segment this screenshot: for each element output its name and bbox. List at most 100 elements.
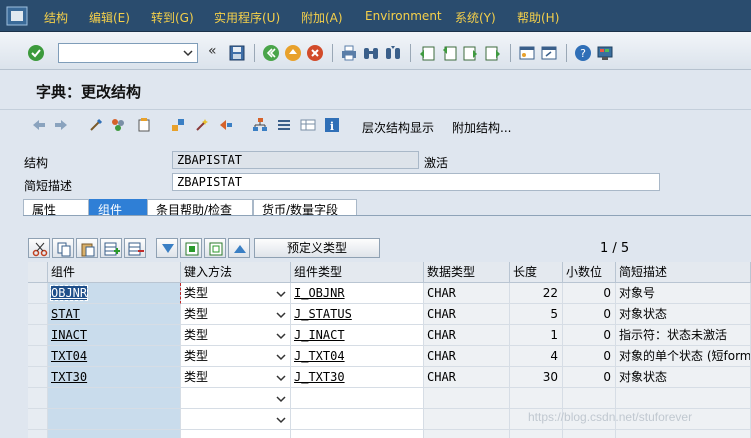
component-type-cell[interactable]: J_INACT bbox=[291, 325, 424, 346]
chevron-down-icon[interactable] bbox=[181, 46, 195, 60]
tab-currency-quantity[interactable]: 货币/数量字段 bbox=[253, 199, 357, 217]
find-icon[interactable] bbox=[362, 44, 380, 62]
back-icon[interactable] bbox=[262, 44, 280, 62]
component-cell[interactable]: TXT30 bbox=[48, 367, 181, 388]
copy-row-button[interactable] bbox=[52, 238, 74, 258]
menu-environment[interactable]: Environment bbox=[365, 9, 442, 23]
paste-row-button[interactable] bbox=[76, 238, 98, 258]
arrow-right-icon[interactable] bbox=[53, 117, 69, 133]
row-selector[interactable] bbox=[28, 325, 48, 346]
typing-method-select[interactable]: 类型 bbox=[181, 325, 291, 346]
deselect-all-button[interactable] bbox=[204, 238, 226, 258]
menu-structure[interactable]: 结构 bbox=[44, 9, 68, 26]
activate-icon[interactable] bbox=[194, 117, 210, 133]
save-icon[interactable] bbox=[228, 44, 246, 62]
component-cell[interactable]: INACT bbox=[48, 325, 181, 346]
chevron-down-icon[interactable] bbox=[275, 393, 287, 405]
row-selector[interactable] bbox=[28, 430, 48, 438]
menu-edit[interactable]: 编辑(E) bbox=[89, 9, 130, 26]
append-structure-button[interactable]: 附加结构... bbox=[452, 119, 511, 136]
column-header[interactable]: 小数位 bbox=[563, 262, 616, 283]
chevron-down-icon[interactable] bbox=[275, 351, 287, 363]
arrow-left-icon[interactable] bbox=[31, 117, 47, 133]
table-icon[interactable] bbox=[300, 117, 316, 133]
row-selector[interactable] bbox=[28, 409, 48, 430]
sap-logo-icon[interactable] bbox=[6, 6, 28, 26]
previous-page-icon[interactable] bbox=[440, 44, 458, 62]
column-header[interactable]: 简短描述 bbox=[616, 262, 751, 283]
command-field[interactable] bbox=[58, 43, 198, 63]
component-type-cell[interactable] bbox=[291, 430, 424, 438]
chevron-down-icon[interactable] bbox=[275, 372, 287, 384]
component-type-cell[interactable]: J_TXT04 bbox=[291, 346, 424, 367]
short-description-field[interactable]: ZBAPISTAT bbox=[172, 173, 660, 191]
row-selector-header[interactable] bbox=[28, 262, 48, 283]
chevron-down-icon[interactable] bbox=[275, 309, 287, 321]
component-cell[interactable]: TXT04 bbox=[48, 346, 181, 367]
row-selector[interactable] bbox=[28, 283, 48, 304]
chevron-down-icon[interactable] bbox=[275, 330, 287, 342]
tab-components[interactable]: 组件 bbox=[89, 199, 147, 217]
select-all-button[interactable] bbox=[180, 238, 202, 258]
display-change-icon[interactable] bbox=[88, 117, 104, 133]
column-header[interactable]: 数据类型 bbox=[424, 262, 510, 283]
cut-row-button[interactable] bbox=[28, 238, 50, 258]
component-cell[interactable] bbox=[48, 388, 181, 409]
component-cell[interactable]: OBJNR bbox=[48, 283, 181, 304]
predefined-type-button[interactable]: 预定义类型 bbox=[254, 238, 380, 258]
typing-method-select[interactable]: 类型 bbox=[181, 346, 291, 367]
column-header[interactable]: 长度 bbox=[510, 262, 563, 283]
print-icon[interactable] bbox=[340, 44, 358, 62]
help-icon[interactable]: ? bbox=[574, 44, 592, 62]
other-object-icon[interactable] bbox=[110, 117, 126, 133]
component-cell[interactable] bbox=[48, 430, 181, 438]
menu-goto[interactable]: 转到(G) bbox=[151, 9, 194, 26]
tab-entry-help[interactable]: 条目帮助/检查 bbox=[147, 199, 253, 217]
menu-utilities[interactable]: 实用程序(U) bbox=[214, 9, 280, 26]
customize-layout-icon[interactable] bbox=[596, 44, 614, 62]
component-type-cell[interactable]: I_OBJNR bbox=[291, 283, 424, 304]
chevron-down-icon[interactable] bbox=[275, 414, 287, 426]
row-selector[interactable] bbox=[28, 304, 48, 325]
exit-icon[interactable] bbox=[284, 44, 302, 62]
typing-method-select[interactable]: 类型 bbox=[181, 304, 291, 325]
typing-method-select[interactable] bbox=[181, 388, 291, 409]
collapse-command-icon[interactable]: « bbox=[208, 43, 217, 59]
row-selector[interactable] bbox=[28, 346, 48, 367]
tab-attributes[interactable]: 属性 bbox=[23, 199, 89, 217]
row-selector[interactable] bbox=[28, 388, 48, 409]
shortcut-icon[interactable] bbox=[540, 44, 558, 62]
column-header[interactable]: 组件 bbox=[48, 262, 181, 283]
hierarchy-icon[interactable] bbox=[252, 117, 268, 133]
check-icon[interactable] bbox=[136, 117, 152, 133]
info-icon[interactable]: i bbox=[324, 117, 340, 133]
chevron-down-icon[interactable] bbox=[275, 288, 287, 300]
new-session-icon[interactable] bbox=[518, 44, 536, 62]
component-type-cell[interactable]: J_STATUS bbox=[291, 304, 424, 325]
typing-method-select[interactable]: 类型 bbox=[181, 367, 291, 388]
test-icon[interactable] bbox=[218, 117, 234, 133]
last-page-icon[interactable] bbox=[484, 44, 502, 62]
typing-method-select[interactable] bbox=[181, 409, 291, 430]
hierarchy-display-button[interactable]: 层次结构显示 bbox=[362, 119, 434, 136]
component-cell[interactable]: STAT bbox=[48, 304, 181, 325]
column-header[interactable]: 键入方法 bbox=[181, 262, 291, 283]
find-next-icon[interactable] bbox=[384, 44, 402, 62]
enter-icon[interactable] bbox=[27, 44, 45, 62]
insert-row-button[interactable] bbox=[100, 238, 122, 258]
first-page-icon[interactable] bbox=[418, 44, 436, 62]
cancel-icon[interactable] bbox=[306, 44, 324, 62]
next-page-icon[interactable] bbox=[462, 44, 480, 62]
component-type-cell[interactable]: J_TXT30 bbox=[291, 367, 424, 388]
sort-button[interactable] bbox=[156, 238, 178, 258]
where-used-icon[interactable] bbox=[170, 117, 186, 133]
menu-extras[interactable]: 附加(A) bbox=[301, 9, 343, 26]
row-selector[interactable] bbox=[28, 367, 48, 388]
typing-method-select[interactable]: 类型 bbox=[181, 283, 291, 304]
component-cell[interactable] bbox=[48, 409, 181, 430]
typing-method-select[interactable] bbox=[181, 430, 291, 438]
component-type-cell[interactable] bbox=[291, 388, 424, 409]
menu-help[interactable]: 帮助(H) bbox=[517, 9, 559, 26]
column-header[interactable]: 组件类型 bbox=[291, 262, 424, 283]
delete-row-button[interactable] bbox=[124, 238, 146, 258]
